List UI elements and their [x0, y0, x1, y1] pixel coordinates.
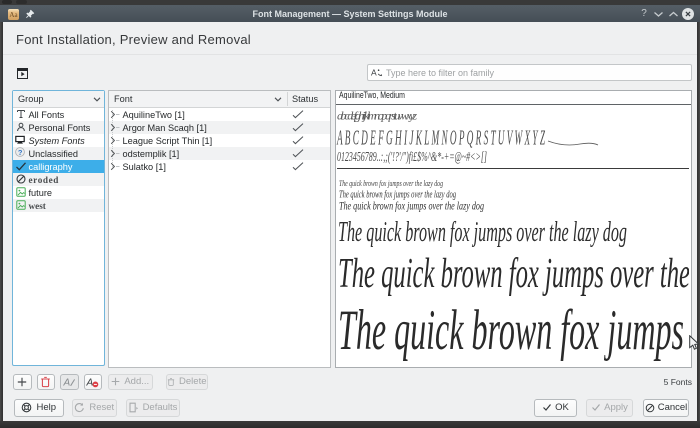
svg-text:The quick brown fox jumps: The quick brown fox jumps — [338, 299, 684, 362]
svg-text:abcdefghijklmnopqrstuvwxyz: abcdefghijklmnopqrstuvwxyz — [337, 109, 417, 123]
svg-text:?: ? — [17, 148, 22, 157]
svg-text:0123456789..:,;('!?'/")fi£$%^&: 0123456789..:,;('!?'/")fi£$%^&*-+=@~#<>[… — [337, 150, 487, 165]
svg-text:The quick brown fox jumps over: The quick brown fox jumps over the — [338, 251, 689, 297]
svg-text:A B C D E F G H I J K L M N O: A B C D E F G H I J K L M N O P Q R S T … — [336, 126, 545, 150]
svg-text:The quick brown fox jumps over: The quick brown fox jumps over the lazy … — [339, 199, 484, 213]
svg-text:The quick brown fox jumps over: The quick brown fox jumps over the lazy … — [338, 217, 627, 248]
svg-text:The quick brown fox jumps over: The quick brown fox jumps over the lazy … — [339, 178, 443, 188]
svg-text:A: A — [371, 68, 377, 78]
svg-text:A: A — [86, 377, 94, 388]
svg-text:A: A — [63, 377, 71, 388]
